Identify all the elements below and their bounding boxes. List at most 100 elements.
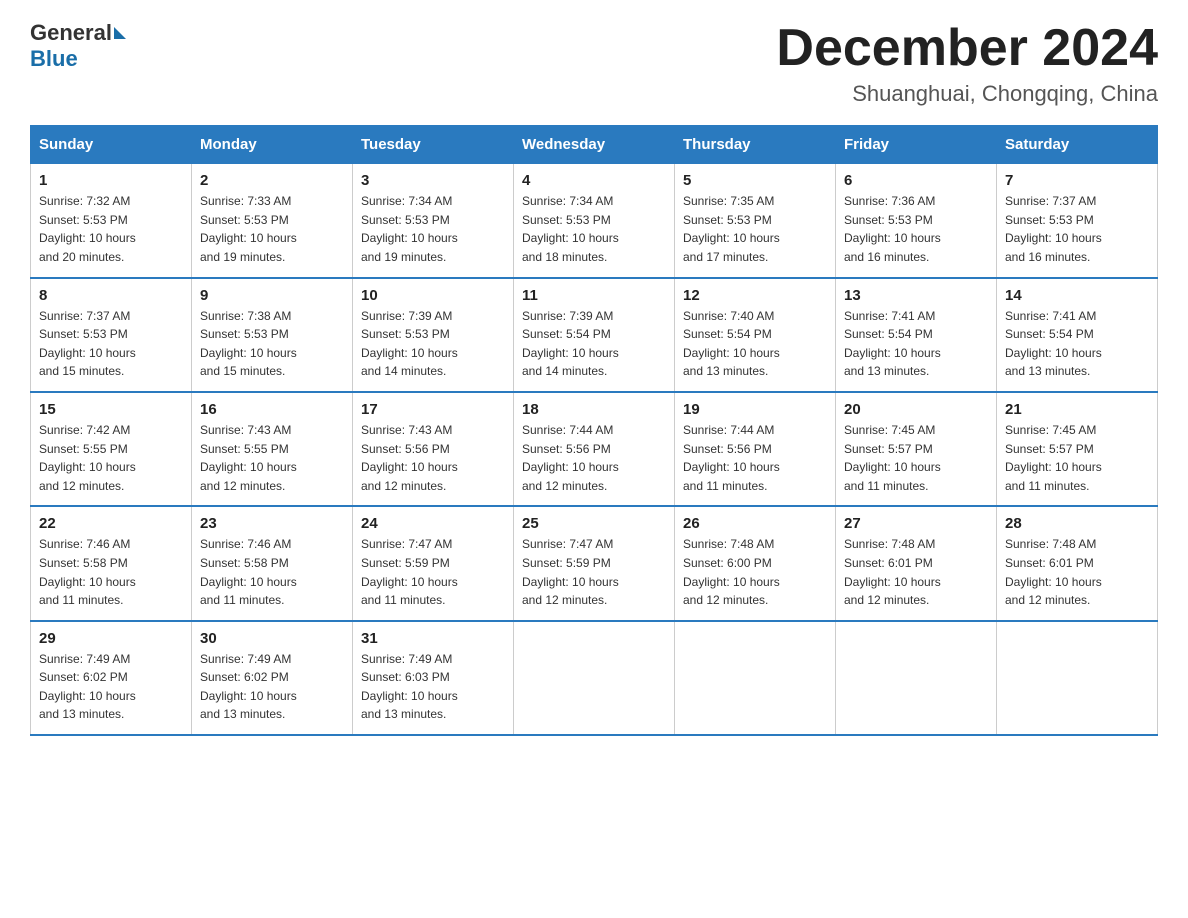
day-number: 13 — [844, 287, 988, 304]
weekday-header-monday: Monday — [192, 126, 353, 164]
day-info: Sunrise: 7:34 AMSunset: 5:53 PMDaylight:… — [361, 194, 458, 264]
day-info: Sunrise: 7:38 AMSunset: 5:53 PMDaylight:… — [200, 309, 297, 379]
day-info: Sunrise: 7:44 AMSunset: 5:56 PMDaylight:… — [522, 423, 619, 493]
day-number: 7 — [1005, 172, 1149, 189]
calendar-cell: 15 Sunrise: 7:42 AMSunset: 5:55 PMDaylig… — [31, 392, 192, 506]
day-info: Sunrise: 7:48 AMSunset: 6:01 PMDaylight:… — [844, 537, 941, 607]
day-number: 4 — [522, 172, 666, 189]
calendar-cell — [514, 621, 675, 735]
weekday-header-saturday: Saturday — [997, 126, 1158, 164]
day-info: Sunrise: 7:47 AMSunset: 5:59 PMDaylight:… — [361, 537, 458, 607]
day-number: 18 — [522, 401, 666, 418]
day-info: Sunrise: 7:46 AMSunset: 5:58 PMDaylight:… — [200, 537, 297, 607]
calendar-cell: 1 Sunrise: 7:32 AMSunset: 5:53 PMDayligh… — [31, 164, 192, 278]
weekday-header-row: SundayMondayTuesdayWednesdayThursdayFrid… — [31, 126, 1158, 164]
calendar-cell: 30 Sunrise: 7:49 AMSunset: 6:02 PMDaylig… — [192, 621, 353, 735]
calendar-week-row: 29 Sunrise: 7:49 AMSunset: 6:02 PMDaylig… — [31, 621, 1158, 735]
calendar-cell — [836, 621, 997, 735]
day-number: 12 — [683, 287, 827, 304]
day-number: 29 — [39, 630, 183, 647]
calendar-cell — [675, 621, 836, 735]
calendar-cell: 11 Sunrise: 7:39 AMSunset: 5:54 PMDaylig… — [514, 278, 675, 392]
day-info: Sunrise: 7:44 AMSunset: 5:56 PMDaylight:… — [683, 423, 780, 493]
calendar-cell: 10 Sunrise: 7:39 AMSunset: 5:53 PMDaylig… — [353, 278, 514, 392]
day-number: 23 — [200, 515, 344, 532]
day-number: 2 — [200, 172, 344, 189]
day-info: Sunrise: 7:36 AMSunset: 5:53 PMDaylight:… — [844, 194, 941, 264]
calendar-week-row: 15 Sunrise: 7:42 AMSunset: 5:55 PMDaylig… — [31, 392, 1158, 506]
weekday-header-tuesday: Tuesday — [353, 126, 514, 164]
day-info: Sunrise: 7:33 AMSunset: 5:53 PMDaylight:… — [200, 194, 297, 264]
day-info: Sunrise: 7:46 AMSunset: 5:58 PMDaylight:… — [39, 537, 136, 607]
day-number: 28 — [1005, 515, 1149, 532]
day-number: 8 — [39, 287, 183, 304]
day-info: Sunrise: 7:40 AMSunset: 5:54 PMDaylight:… — [683, 309, 780, 379]
calendar-table: SundayMondayTuesdayWednesdayThursdayFrid… — [30, 125, 1158, 736]
calendar-cell: 8 Sunrise: 7:37 AMSunset: 5:53 PMDayligh… — [31, 278, 192, 392]
calendar-cell: 22 Sunrise: 7:46 AMSunset: 5:58 PMDaylig… — [31, 506, 192, 620]
day-info: Sunrise: 7:43 AMSunset: 5:55 PMDaylight:… — [200, 423, 297, 493]
day-info: Sunrise: 7:39 AMSunset: 5:54 PMDaylight:… — [522, 309, 619, 379]
day-info: Sunrise: 7:39 AMSunset: 5:53 PMDaylight:… — [361, 309, 458, 379]
calendar-cell: 16 Sunrise: 7:43 AMSunset: 5:55 PMDaylig… — [192, 392, 353, 506]
calendar-cell: 21 Sunrise: 7:45 AMSunset: 5:57 PMDaylig… — [997, 392, 1158, 506]
calendar-cell: 4 Sunrise: 7:34 AMSunset: 5:53 PMDayligh… — [514, 164, 675, 278]
day-number: 21 — [1005, 401, 1149, 418]
day-number: 9 — [200, 287, 344, 304]
day-number: 24 — [361, 515, 505, 532]
calendar-week-row: 1 Sunrise: 7:32 AMSunset: 5:53 PMDayligh… — [31, 164, 1158, 278]
day-number: 14 — [1005, 287, 1149, 304]
weekday-header-sunday: Sunday — [31, 126, 192, 164]
day-number: 16 — [200, 401, 344, 418]
title-block: December 2024 Shuanghuai, Chongqing, Chi… — [776, 20, 1158, 107]
day-number: 15 — [39, 401, 183, 418]
calendar-cell: 17 Sunrise: 7:43 AMSunset: 5:56 PMDaylig… — [353, 392, 514, 506]
day-number: 17 — [361, 401, 505, 418]
day-number: 19 — [683, 401, 827, 418]
day-number: 25 — [522, 515, 666, 532]
calendar-week-row: 22 Sunrise: 7:46 AMSunset: 5:58 PMDaylig… — [31, 506, 1158, 620]
day-number: 27 — [844, 515, 988, 532]
day-info: Sunrise: 7:49 AMSunset: 6:02 PMDaylight:… — [200, 652, 297, 722]
calendar-cell: 28 Sunrise: 7:48 AMSunset: 6:01 PMDaylig… — [997, 506, 1158, 620]
day-info: Sunrise: 7:48 AMSunset: 6:00 PMDaylight:… — [683, 537, 780, 607]
page-header: General Blue December 2024 Shuanghuai, C… — [30, 20, 1158, 107]
calendar-cell — [997, 621, 1158, 735]
logo-general-text: General — [30, 20, 112, 46]
day-info: Sunrise: 7:37 AMSunset: 5:53 PMDaylight:… — [39, 309, 136, 379]
calendar-week-row: 8 Sunrise: 7:37 AMSunset: 5:53 PMDayligh… — [31, 278, 1158, 392]
weekday-header-thursday: Thursday — [675, 126, 836, 164]
day-info: Sunrise: 7:45 AMSunset: 5:57 PMDaylight:… — [1005, 423, 1102, 493]
calendar-cell: 19 Sunrise: 7:44 AMSunset: 5:56 PMDaylig… — [675, 392, 836, 506]
weekday-header-friday: Friday — [836, 126, 997, 164]
calendar-cell: 23 Sunrise: 7:46 AMSunset: 5:58 PMDaylig… — [192, 506, 353, 620]
day-info: Sunrise: 7:42 AMSunset: 5:55 PMDaylight:… — [39, 423, 136, 493]
logo: General Blue — [30, 20, 126, 72]
day-number: 11 — [522, 287, 666, 304]
logo-arrow-icon — [114, 27, 126, 39]
day-info: Sunrise: 7:49 AMSunset: 6:02 PMDaylight:… — [39, 652, 136, 722]
day-info: Sunrise: 7:47 AMSunset: 5:59 PMDaylight:… — [522, 537, 619, 607]
day-number: 26 — [683, 515, 827, 532]
day-number: 3 — [361, 172, 505, 189]
month-title: December 2024 — [776, 20, 1158, 77]
day-number: 6 — [844, 172, 988, 189]
calendar-cell: 27 Sunrise: 7:48 AMSunset: 6:01 PMDaylig… — [836, 506, 997, 620]
day-info: Sunrise: 7:45 AMSunset: 5:57 PMDaylight:… — [844, 423, 941, 493]
logo-blue-text: Blue — [30, 46, 126, 72]
calendar-cell: 18 Sunrise: 7:44 AMSunset: 5:56 PMDaylig… — [514, 392, 675, 506]
calendar-cell: 20 Sunrise: 7:45 AMSunset: 5:57 PMDaylig… — [836, 392, 997, 506]
day-info: Sunrise: 7:35 AMSunset: 5:53 PMDaylight:… — [683, 194, 780, 264]
calendar-cell: 29 Sunrise: 7:49 AMSunset: 6:02 PMDaylig… — [31, 621, 192, 735]
calendar-cell: 12 Sunrise: 7:40 AMSunset: 5:54 PMDaylig… — [675, 278, 836, 392]
day-number: 30 — [200, 630, 344, 647]
calendar-cell: 13 Sunrise: 7:41 AMSunset: 5:54 PMDaylig… — [836, 278, 997, 392]
calendar-cell: 9 Sunrise: 7:38 AMSunset: 5:53 PMDayligh… — [192, 278, 353, 392]
calendar-cell: 7 Sunrise: 7:37 AMSunset: 5:53 PMDayligh… — [997, 164, 1158, 278]
day-info: Sunrise: 7:34 AMSunset: 5:53 PMDaylight:… — [522, 194, 619, 264]
day-info: Sunrise: 7:37 AMSunset: 5:53 PMDaylight:… — [1005, 194, 1102, 264]
location-title: Shuanghuai, Chongqing, China — [776, 81, 1158, 107]
day-number: 20 — [844, 401, 988, 418]
calendar-cell: 24 Sunrise: 7:47 AMSunset: 5:59 PMDaylig… — [353, 506, 514, 620]
calendar-cell: 6 Sunrise: 7:36 AMSunset: 5:53 PMDayligh… — [836, 164, 997, 278]
